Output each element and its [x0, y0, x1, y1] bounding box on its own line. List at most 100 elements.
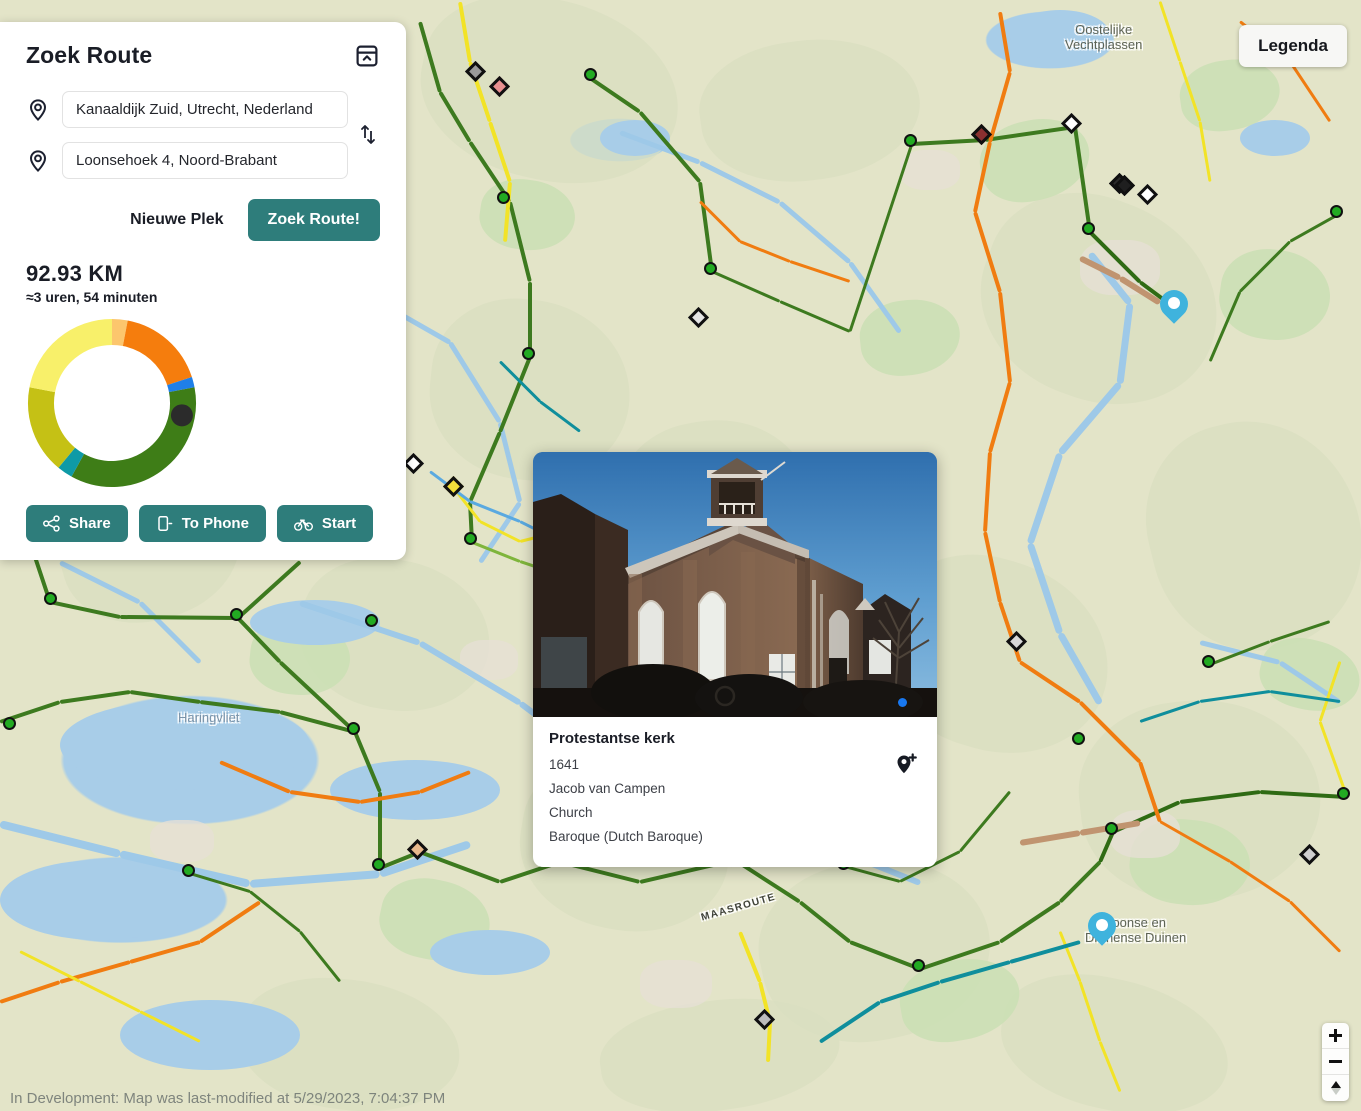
- map-path-segment: [298, 930, 342, 983]
- route-search-panel: Zoek Route Kanaaldijk Zuid, Utrecht, Ned…: [0, 22, 406, 560]
- swap-vertical-icon: [361, 125, 375, 144]
- map-path-segment: [19, 950, 81, 983]
- map-path-segment: [1026, 452, 1064, 545]
- search-route-button[interactable]: Zoek Route!: [247, 199, 380, 241]
- map-path-segment: [249, 890, 301, 933]
- panel-action-row: Nieuwe Plek Zoek Route!: [26, 199, 380, 241]
- map-node-marker[interactable]: [372, 858, 385, 871]
- map-node-marker[interactable]: [912, 959, 925, 972]
- poi-photo[interactable]: [533, 452, 937, 717]
- donut-segment: [29, 319, 113, 393]
- map-path-segment: [129, 940, 201, 964]
- map-node-marker[interactable]: [44, 592, 57, 605]
- map-node-marker[interactable]: [497, 191, 510, 204]
- map-node-marker[interactable]: [1105, 822, 1118, 835]
- donut-segment: [71, 387, 196, 487]
- poi-details: Protestantse kerk 1641 Jacob van Campen …: [533, 717, 937, 867]
- map-node-marker[interactable]: [365, 614, 378, 627]
- map-node-marker[interactable]: [464, 532, 477, 545]
- map-path-segment: [249, 870, 381, 888]
- share-button-label: Share: [69, 515, 111, 532]
- destination-input[interactable]: [62, 142, 348, 179]
- map-path-segment: [1318, 720, 1347, 793]
- map-path-segment: [1288, 60, 1332, 123]
- collapse-panel-button[interactable]: [354, 43, 380, 69]
- map-node-marker[interactable]: [904, 134, 917, 147]
- map-path-segment: [378, 792, 382, 868]
- to-phone-button-label: To Phone: [181, 515, 249, 532]
- donut-segment: [111, 319, 128, 347]
- map-node-marker[interactable]: [1330, 205, 1343, 218]
- donut-segment: [167, 377, 195, 393]
- map-path-segment: [0, 980, 61, 1004]
- map-node-marker[interactable]: [522, 347, 535, 360]
- map-path-segment: [998, 11, 1012, 73]
- map-path-segment: [1199, 690, 1271, 703]
- map-poi-diamond-marker[interactable]: [687, 306, 710, 329]
- poi-title: Protestantse kerk: [549, 730, 675, 747]
- bicycle-icon: [293, 519, 313, 531]
- map-node-marker[interactable]: [1082, 222, 1095, 235]
- church-photo-illustration: [533, 452, 937, 717]
- swap-endpoints-button[interactable]: [356, 122, 380, 148]
- location-pin-icon: [29, 98, 47, 121]
- water-body-patch: [1010, 10, 1110, 60]
- map-node-marker[interactable]: [1337, 787, 1350, 800]
- map-node-marker[interactable]: [1072, 732, 1085, 745]
- map-path-segment: [198, 900, 262, 944]
- share-button[interactable]: Share: [26, 505, 128, 542]
- map-node-marker[interactable]: [704, 262, 717, 275]
- map-path-segment: [59, 960, 131, 984]
- zoom-out-button[interactable]: [1322, 1049, 1349, 1075]
- map-path-segment: [988, 381, 1012, 453]
- map-node-marker[interactable]: [230, 608, 243, 621]
- start-button[interactable]: Start: [276, 505, 374, 542]
- origin-input[interactable]: [62, 91, 348, 128]
- water-body-patch: [120, 1000, 300, 1070]
- zoom-in-button[interactable]: [1322, 1023, 1349, 1049]
- donut-segment: [28, 387, 76, 468]
- donut-segment: [122, 320, 192, 386]
- route-surface-donut-chart: [26, 317, 198, 489]
- map-path-segment: [958, 790, 1012, 853]
- map-node-marker[interactable]: [584, 68, 597, 81]
- new-place-button[interactable]: Nieuwe Plek: [128, 205, 225, 235]
- add-location-pin-icon: [897, 753, 917, 774]
- route-inputs: [26, 91, 380, 179]
- photo-carousel-indicator[interactable]: [898, 698, 907, 707]
- urban-patch: [640, 960, 712, 1008]
- map-path-segment: [711, 270, 781, 303]
- legend-button[interactable]: Legenda: [1239, 25, 1347, 67]
- development-status-text: In Development: Map was last-modified at…: [10, 1090, 446, 1107]
- donut-position-marker: [170, 404, 193, 427]
- map-path-segment: [1158, 1, 1182, 62]
- map-poi-diamond-marker[interactable]: [402, 452, 425, 475]
- map-node-marker[interactable]: [347, 722, 360, 735]
- route-duration: ≈3 uren, 54 minuten: [26, 289, 158, 305]
- map-node-marker[interactable]: [3, 717, 16, 730]
- start-button-label: Start: [321, 515, 357, 532]
- add-location-button[interactable]: [893, 751, 919, 777]
- route-action-buttons: Share To Phone Start: [26, 505, 380, 542]
- donut-segment: [58, 447, 85, 477]
- compass-button[interactable]: [1322, 1075, 1349, 1101]
- map-node-marker[interactable]: [182, 864, 195, 877]
- map-poi-diamond-marker[interactable]: [1136, 183, 1159, 206]
- map-location-pin[interactable]: [1088, 912, 1116, 950]
- to-phone-button[interactable]: To Phone: [138, 505, 266, 542]
- map-path-segment: [983, 451, 992, 533]
- map-path-segment: [0, 820, 121, 858]
- plus-icon: [1329, 1029, 1342, 1042]
- water-body-patch: [60, 700, 310, 790]
- map-path-segment: [1019, 830, 1081, 846]
- map-path-segment: [1058, 860, 1102, 904]
- landpatch-patch: [953, 164, 1247, 436]
- minus-icon: [1329, 1060, 1342, 1063]
- poi-architect: Jacob van Campen: [549, 781, 666, 796]
- map-location-pin[interactable]: [1160, 290, 1188, 328]
- water-body-patch: [1240, 120, 1310, 156]
- mobile-phone-icon: [157, 516, 173, 531]
- location-pin-icon: [29, 149, 47, 172]
- map-path-segment: [528, 282, 532, 357]
- map-node-marker[interactable]: [1202, 655, 1215, 668]
